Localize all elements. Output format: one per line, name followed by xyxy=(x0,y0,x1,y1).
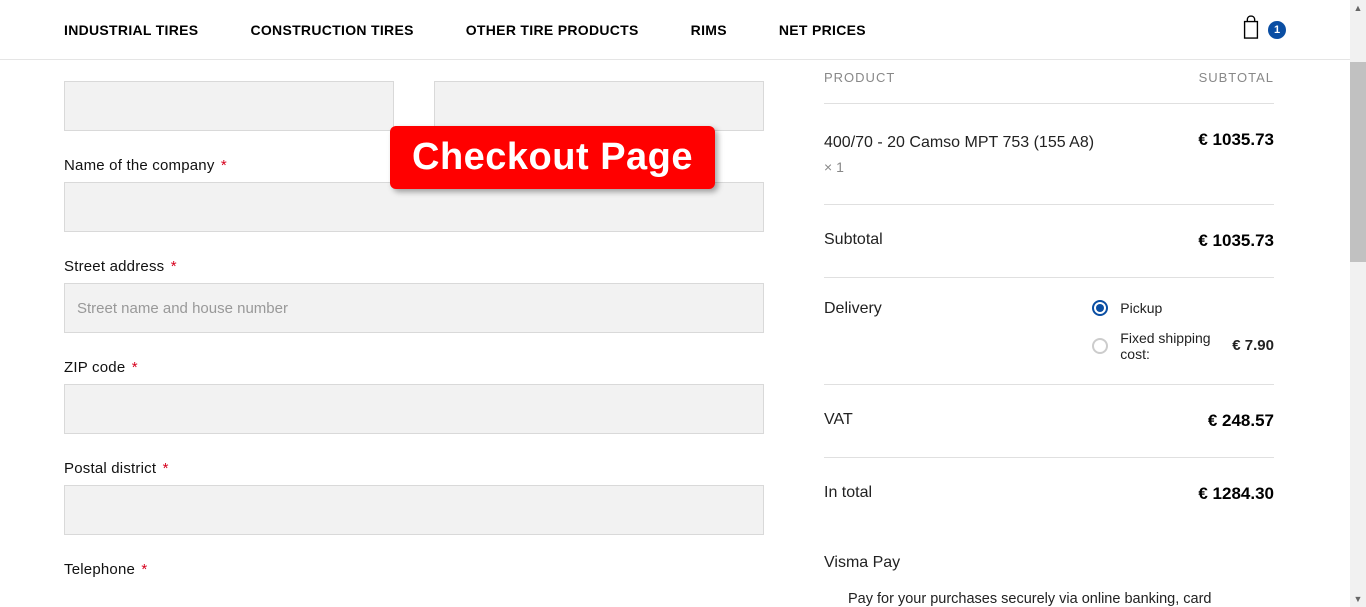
nav-construction-tires[interactable]: CONSTRUCTION TIRES xyxy=(250,22,413,38)
main-nav: INDUSTRIAL TIRES CONSTRUCTION TIRES OTHE… xyxy=(0,0,1350,60)
delivery-pickup-radio[interactable] xyxy=(1092,300,1108,316)
street-label: Street address * xyxy=(64,258,764,275)
nav-other-products[interactable]: OTHER TIRE PRODUCTS xyxy=(466,22,639,38)
cart-badge: 1 xyxy=(1268,21,1286,39)
total-label: In total xyxy=(824,484,872,502)
vat-value: € 248.57 xyxy=(1208,411,1274,431)
checkout-page-overlay: Checkout Page xyxy=(390,126,715,189)
scroll-down-icon[interactable]: ▼ xyxy=(1350,591,1366,607)
total-value: € 1284.30 xyxy=(1198,484,1274,504)
nav-rims[interactable]: RIMS xyxy=(691,22,727,38)
last-name-field[interactable] xyxy=(434,81,764,131)
zip-field[interactable] xyxy=(64,384,764,434)
company-field[interactable] xyxy=(64,182,764,232)
postal-district-label: Postal district * xyxy=(64,460,764,477)
product-qty: × 1 xyxy=(824,156,1094,178)
zip-label: ZIP code * xyxy=(64,359,764,376)
browser-scrollbar[interactable]: ▲ ▼ xyxy=(1350,0,1366,607)
payment-title: Visma Pay xyxy=(824,554,1274,572)
subtotal-label: Subtotal xyxy=(824,231,883,249)
payment-desc-1: Pay for your purchases securely via onli… xyxy=(824,588,1274,607)
delivery-pickup-label: Pickup xyxy=(1120,300,1220,316)
product-name: 400/70 - 20 Camso MPT 753 (155 A8) xyxy=(824,130,1094,156)
scroll-thumb[interactable] xyxy=(1350,62,1366,262)
street-field[interactable] xyxy=(64,283,764,333)
cart-icon[interactable] xyxy=(1240,14,1262,45)
delivery-fixed-radio[interactable] xyxy=(1092,338,1108,354)
telephone-label: Telephone * xyxy=(64,561,764,578)
nav-industrial-tires[interactable]: INDUSTRIAL TIRES xyxy=(64,22,198,38)
summary-header-subtotal: SUBTOTAL xyxy=(1199,70,1274,85)
subtotal-value: € 1035.73 xyxy=(1198,231,1274,251)
product-price: € 1035.73 xyxy=(1198,130,1274,150)
postal-district-field[interactable] xyxy=(64,485,764,535)
delivery-fixed-price: € 7.90 xyxy=(1232,337,1274,354)
delivery-label: Delivery xyxy=(824,300,882,362)
nav-net-prices[interactable]: NET PRICES xyxy=(779,22,866,38)
scroll-up-icon[interactable]: ▲ xyxy=(1350,0,1366,16)
vat-label: VAT xyxy=(824,411,853,429)
delivery-fixed-label: Fixed shipping cost: xyxy=(1120,330,1220,362)
summary-header-product: PRODUCT xyxy=(824,70,895,85)
first-name-field[interactable] xyxy=(64,81,394,131)
